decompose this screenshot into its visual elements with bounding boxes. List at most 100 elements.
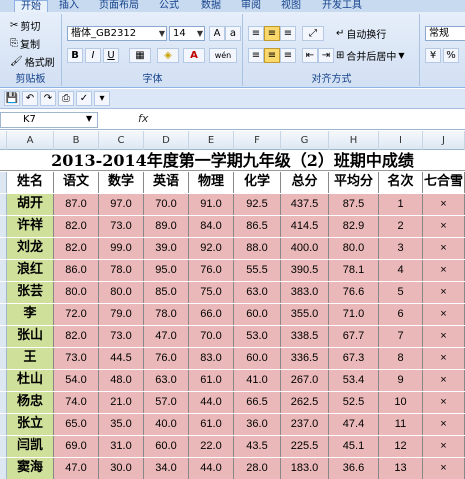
score-cell[interactable]: 75.0: [189, 282, 234, 303]
align-top-icon[interactable]: ≡: [248, 26, 264, 41]
score-cell[interactable]: 69.0: [54, 436, 99, 457]
score-cell[interactable]: 31.0: [99, 436, 144, 457]
score-cell[interactable]: 61.0: [189, 370, 234, 391]
score-cell[interactable]: ×: [423, 370, 465, 391]
score-cell[interactable]: 2: [379, 216, 423, 237]
score-cell[interactable]: 74.0: [54, 392, 99, 413]
score-cell[interactable]: 72.0: [54, 304, 99, 325]
score-cell[interactable]: 44.0: [189, 392, 234, 413]
score-cell[interactable]: 336.5: [281, 348, 329, 369]
score-cell[interactable]: 183.0: [281, 458, 329, 479]
row-header[interactable]: [0, 304, 7, 325]
student-name-cell[interactable]: 刘龙: [7, 238, 54, 259]
column-title-cell[interactable]: 名次: [379, 172, 423, 193]
score-cell[interactable]: 79.0: [99, 304, 144, 325]
function-icon[interactable]: fx: [138, 112, 148, 125]
column-title-cell[interactable]: 七合雪: [423, 172, 465, 193]
column-header[interactable]: F: [234, 131, 281, 150]
score-cell[interactable]: 57.0: [144, 392, 189, 413]
score-cell[interactable]: 66.0: [189, 304, 234, 325]
align-left-icon[interactable]: ≡: [248, 48, 264, 63]
score-cell[interactable]: 338.5: [281, 326, 329, 347]
column-header[interactable]: I: [379, 131, 423, 150]
student-name-cell[interactable]: 杨忠: [7, 392, 54, 413]
score-cell[interactable]: ×: [423, 260, 465, 281]
score-cell[interactable]: 78.0: [99, 260, 144, 281]
bold-button[interactable]: B: [67, 48, 83, 63]
score-cell[interactable]: 21.0: [99, 392, 144, 413]
score-cell[interactable]: 87.0: [54, 194, 99, 215]
score-cell[interactable]: 48.0: [99, 370, 144, 391]
score-cell[interactable]: 65.0: [54, 414, 99, 435]
score-cell[interactable]: 86.0: [54, 260, 99, 281]
column-title-cell[interactable]: 总分: [281, 172, 329, 193]
score-cell[interactable]: 35.0: [99, 414, 144, 435]
score-cell[interactable]: 437.5: [281, 194, 329, 215]
tab-review[interactable]: 审阅: [236, 0, 266, 12]
spellcheck-icon[interactable]: ✓: [76, 91, 92, 106]
currency-icon[interactable]: ¥: [425, 48, 441, 63]
redo-icon[interactable]: ↷: [40, 91, 56, 106]
align-bottom-icon[interactable]: ≡: [280, 26, 296, 41]
score-cell[interactable]: 47.0: [54, 458, 99, 479]
align-right-icon[interactable]: ≡: [280, 48, 296, 63]
student-name-cell[interactable]: 浪红: [7, 260, 54, 281]
score-cell[interactable]: 267.0: [281, 370, 329, 391]
score-cell[interactable]: 60.0: [144, 436, 189, 457]
align-middle-icon[interactable]: ≡: [264, 26, 280, 41]
shrink-font-icon[interactable]: a: [225, 26, 241, 41]
tab-home[interactable]: 开始: [14, 0, 48, 12]
row-header[interactable]: [0, 370, 7, 391]
score-cell[interactable]: 45.1: [329, 436, 379, 457]
name-box[interactable]: K7: [0, 112, 98, 128]
score-cell[interactable]: 73.0: [99, 216, 144, 237]
score-cell[interactable]: 3: [379, 238, 423, 259]
score-cell[interactable]: 73.0: [54, 348, 99, 369]
score-cell[interactable]: 92.0: [189, 238, 234, 259]
score-cell[interactable]: 82.0: [54, 326, 99, 347]
score-cell[interactable]: 36.0: [234, 414, 281, 435]
row-header[interactable]: [0, 238, 7, 259]
student-name-cell[interactable]: 胡开: [7, 194, 54, 215]
print-preview-icon[interactable]: ⎙: [58, 91, 74, 106]
score-cell[interactable]: 60.0: [234, 348, 281, 369]
undo-icon[interactable]: ↶: [22, 91, 38, 106]
score-cell[interactable]: 36.6: [329, 458, 379, 479]
score-cell[interactable]: 67.3: [329, 348, 379, 369]
student-name-cell[interactable]: 杜山: [7, 370, 54, 391]
row-header[interactable]: [0, 216, 7, 237]
decrease-indent-icon[interactable]: ⇤: [302, 48, 318, 63]
score-cell[interactable]: 60.0: [234, 304, 281, 325]
score-cell[interactable]: 76.0: [144, 348, 189, 369]
score-cell[interactable]: 53.0: [234, 326, 281, 347]
font-size-select[interactable]: 14 ▼: [169, 26, 205, 41]
score-cell[interactable]: ×: [423, 458, 465, 479]
student-name-cell[interactable]: 王: [7, 348, 54, 369]
student-name-cell[interactable]: 李: [7, 304, 54, 325]
score-cell[interactable]: ×: [423, 282, 465, 303]
score-cell[interactable]: 89.0: [144, 216, 189, 237]
score-cell[interactable]: ×: [423, 194, 465, 215]
column-title-cell[interactable]: 英语: [144, 172, 189, 193]
column-title-cell[interactable]: 数学: [99, 172, 144, 193]
score-cell[interactable]: 73.0: [99, 326, 144, 347]
chevron-down-icon[interactable]: ▼: [86, 114, 92, 123]
score-cell[interactable]: 9: [379, 370, 423, 391]
number-format-select[interactable]: 常规: [425, 26, 465, 41]
score-cell[interactable]: 44.5: [99, 348, 144, 369]
wrap-text-button[interactable]: ↵ 自动换行: [336, 26, 386, 41]
score-cell[interactable]: 13: [379, 458, 423, 479]
score-cell[interactable]: 63.0: [144, 370, 189, 391]
tab-data[interactable]: 数据: [196, 0, 226, 12]
column-header[interactable]: J: [423, 131, 465, 150]
score-cell[interactable]: 383.0: [281, 282, 329, 303]
cut-button[interactable]: ✂ 剪切: [10, 18, 40, 33]
score-cell[interactable]: 61.0: [189, 414, 234, 435]
score-cell[interactable]: 55.5: [234, 260, 281, 281]
score-cell[interactable]: 76.0: [189, 260, 234, 281]
score-cell[interactable]: 52.5: [329, 392, 379, 413]
score-cell[interactable]: 92.5: [234, 194, 281, 215]
score-cell[interactable]: 82.9: [329, 216, 379, 237]
score-cell[interactable]: 53.4: [329, 370, 379, 391]
score-cell[interactable]: ×: [423, 414, 465, 435]
